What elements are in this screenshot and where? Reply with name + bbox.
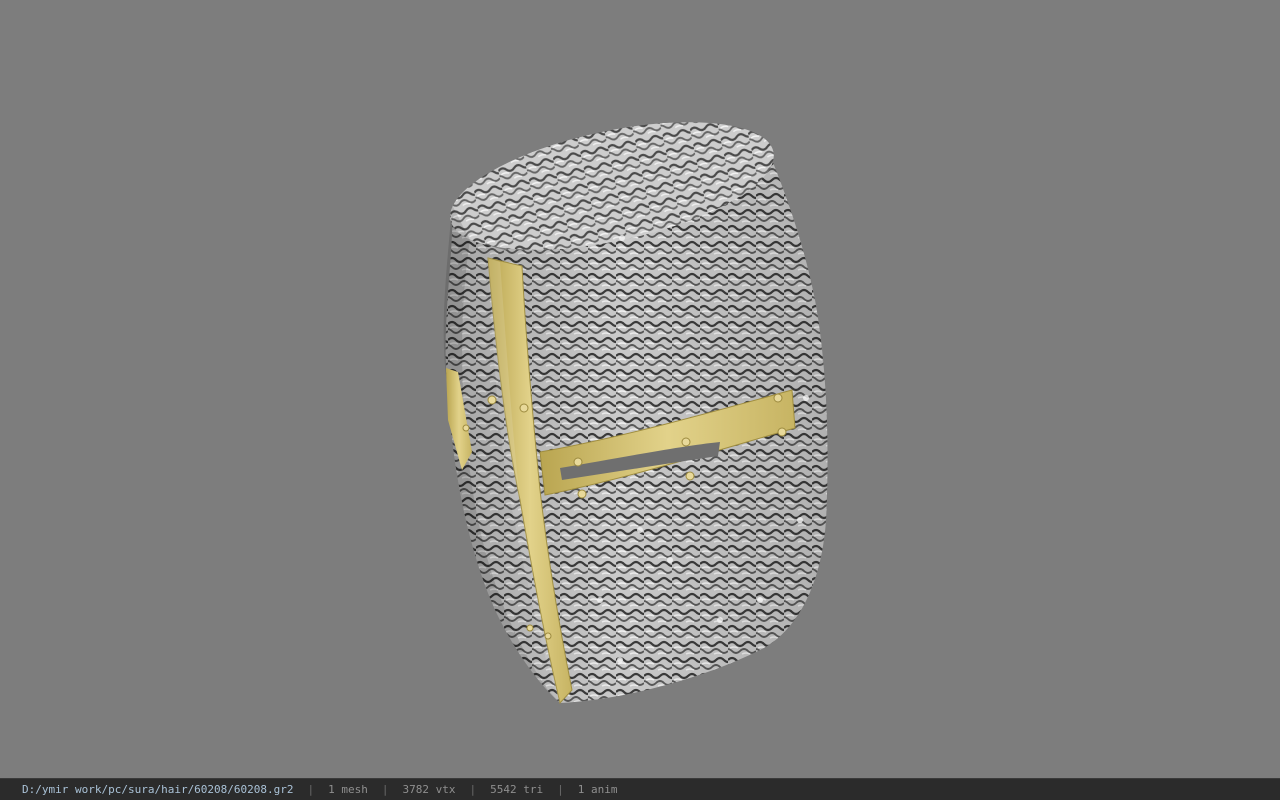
triangle-count: 5542 tri <box>490 783 544 796</box>
separator: | <box>557 783 564 796</box>
3d-viewport[interactable] <box>0 0 1280 778</box>
separator: | <box>381 783 389 796</box>
separator: | <box>469 783 477 796</box>
helmet-model[interactable] <box>0 0 1280 778</box>
status-bar: D:/ymir work/pc/sura/hair/60208/60208.gr… <box>0 778 1280 800</box>
anim-count: 1 anim <box>577 783 618 796</box>
mesh-count: 1 mesh <box>328 783 368 796</box>
file-path: D:/ymir work/pc/sura/hair/60208/60208.gr… <box>22 783 294 796</box>
separator: | <box>307 783 315 796</box>
vertex-count: 3782 vtx <box>402 783 456 796</box>
